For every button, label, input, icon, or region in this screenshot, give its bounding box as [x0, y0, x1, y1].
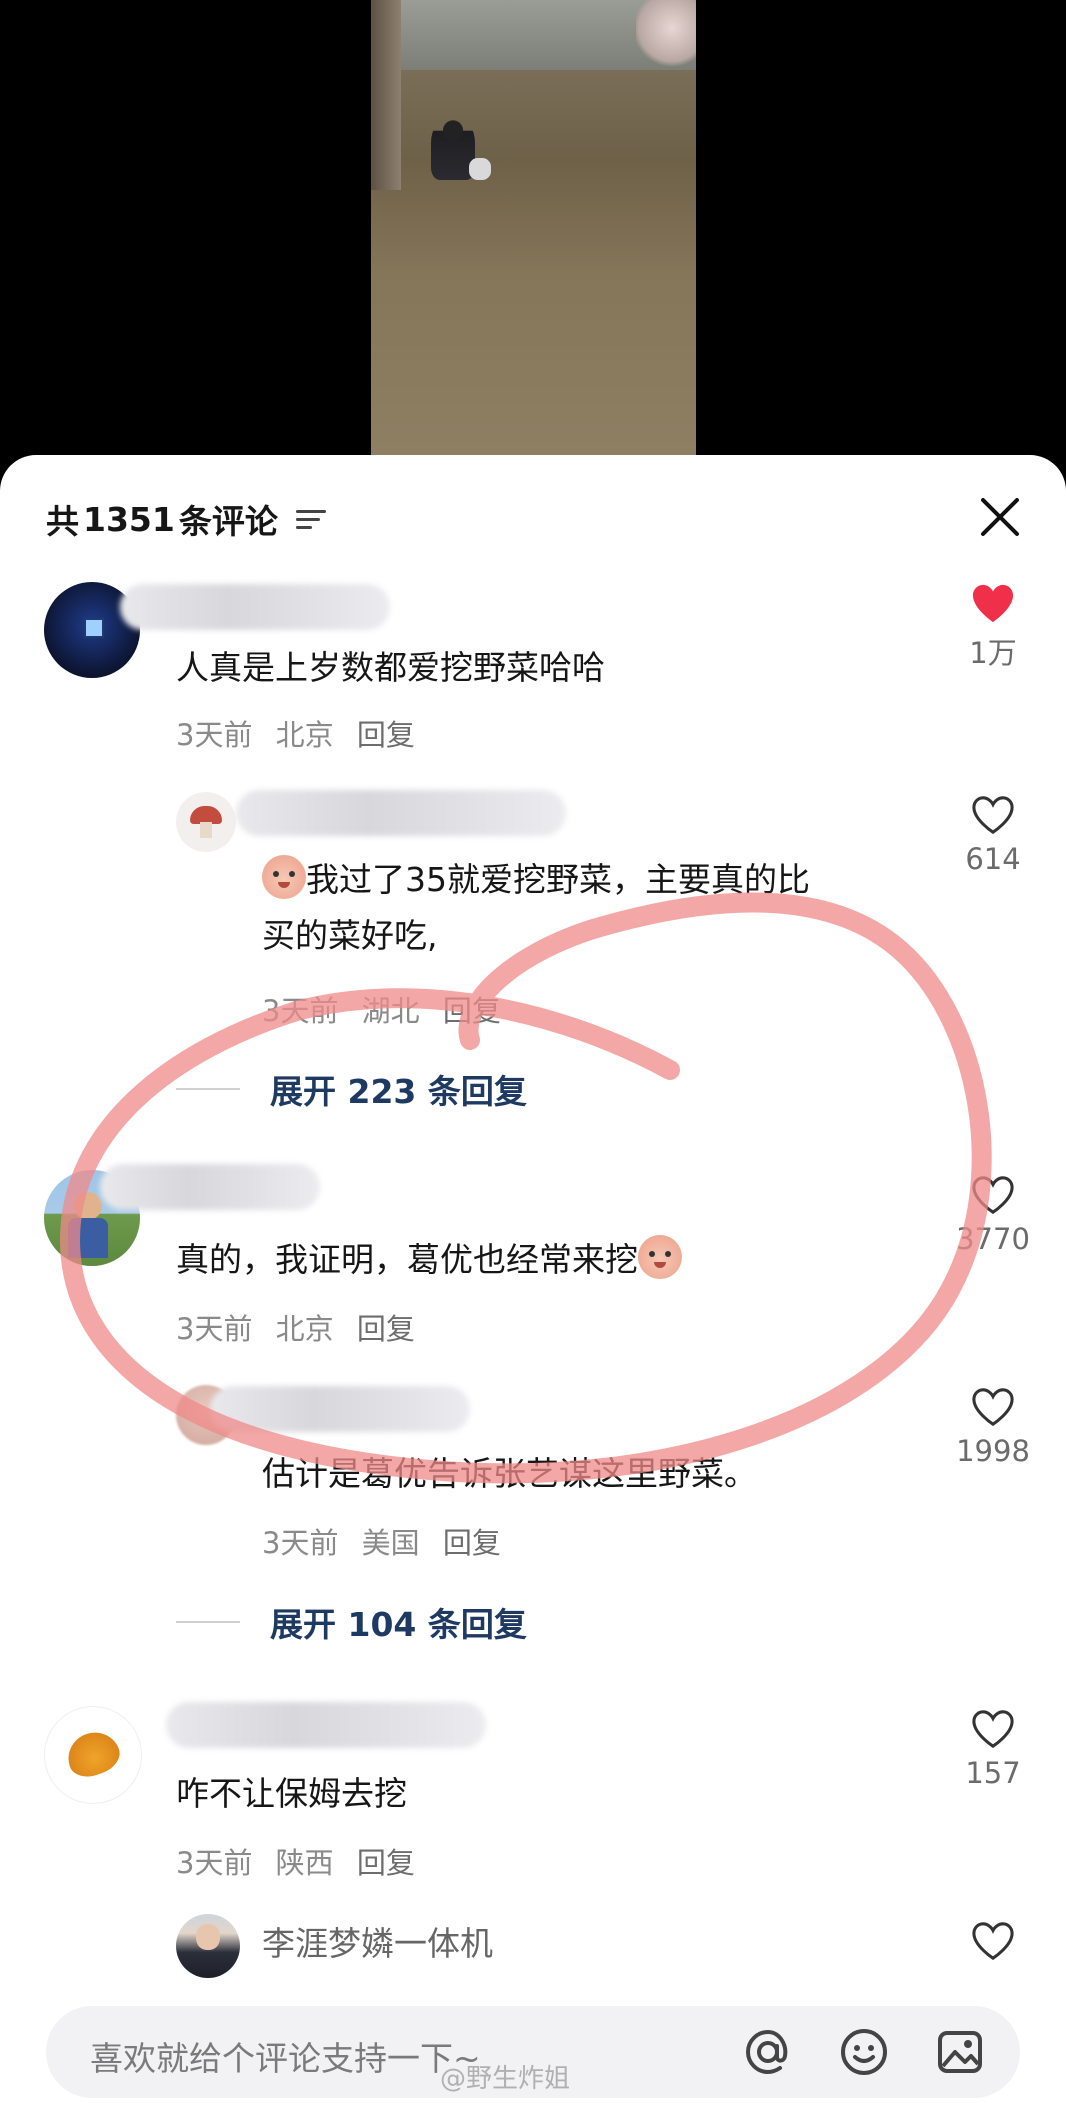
- comment-text: 真的，我证明，葛优也经常来挖: [176, 1232, 682, 1288]
- heart-icon: [972, 796, 1014, 835]
- comment-meta: 3天前 北京 回复: [176, 1306, 429, 1348]
- comment-text: 人真是上岁数都爱挖野菜哈哈: [176, 648, 605, 687]
- comment-location: 北京: [275, 1312, 334, 1346]
- reply-avatar[interactable]: [176, 792, 236, 852]
- reply-time: 3天前: [262, 1526, 339, 1560]
- comment-text-body: 真的，我证明，葛优也经常来挖: [176, 1240, 638, 1279]
- reply-location: 湖北: [361, 994, 420, 1028]
- reply-button[interactable]: 回复: [443, 994, 501, 1028]
- like-count: 3770: [956, 1222, 1030, 1256]
- username-blurred[interactable]: [100, 1164, 320, 1210]
- comment-text: 咋不让保姆去挖: [176, 1774, 407, 1813]
- crying-laughing-emoji-icon: [262, 855, 306, 899]
- video-blossom: [636, 0, 696, 70]
- like-count: 157: [965, 1756, 1021, 1790]
- comment-location: 北京: [275, 718, 334, 752]
- comment-meta: 3天前 陕西 回复: [176, 1840, 429, 1882]
- expand-replies-button[interactable]: 展开 223 条回复: [176, 1065, 527, 1113]
- reply-location: 美国: [361, 1526, 420, 1560]
- heart-icon: [972, 584, 1014, 623]
- like-count: 1万: [969, 636, 1017, 670]
- reply-button[interactable]: 回复: [443, 1526, 501, 1560]
- header-suffix: 条评论: [178, 502, 278, 541]
- expand-divider: [176, 1621, 240, 1623]
- image-icon[interactable]: [932, 2024, 988, 2080]
- comments-header: 共 1351 条评论: [46, 495, 326, 543]
- watermark: @野生炸姐: [440, 2064, 571, 2094]
- reply-text-line1: 我过了35就爱挖野菜，主要真的比: [306, 860, 810, 899]
- reply-text-line2: 买的菜好吃,: [262, 916, 438, 955]
- like-count: 614: [965, 842, 1021, 876]
- reply-text: 估计是葛优告诉张艺谋这里野菜。: [262, 1454, 757, 1493]
- like-button[interactable]: 614: [948, 794, 1038, 876]
- heart-icon: [972, 1922, 1014, 1961]
- reply-username-blurred[interactable]: [236, 790, 566, 836]
- emoji-icon[interactable]: [836, 2024, 892, 2080]
- comment-meta: 3天前 北京 回复: [176, 712, 429, 754]
- comment-time: 3天前: [176, 1846, 253, 1880]
- like-button[interactable]: [948, 1920, 1038, 1962]
- username-blurred[interactable]: [166, 1702, 486, 1748]
- heart-icon: [972, 1388, 1014, 1427]
- comment-location: 陕西: [275, 1846, 334, 1880]
- like-button[interactable]: 157: [948, 1708, 1038, 1790]
- username-blurred[interactable]: [120, 584, 390, 630]
- filter-icon[interactable]: [295, 508, 326, 530]
- reply-button[interactable]: 回复: [357, 1312, 415, 1346]
- comment-time: 3天前: [176, 718, 253, 752]
- avatar[interactable]: [176, 1914, 240, 1978]
- like-button[interactable]: 1万: [948, 582, 1038, 672]
- reply-time: 3天前: [262, 994, 339, 1028]
- like-count: 1998: [956, 1434, 1030, 1468]
- like-button[interactable]: 3770: [948, 1174, 1038, 1256]
- heart-icon: [972, 1710, 1014, 1749]
- comment-input-placeholder[interactable]: 喜欢就给个评论支持一下~: [90, 2032, 481, 2080]
- comment-username[interactable]: 李涯梦嫾一体机: [262, 1916, 493, 1972]
- video-bag: [469, 158, 491, 180]
- avatar[interactable]: [44, 1706, 142, 1804]
- expand-replies-button[interactable]: 展开 104 条回复: [176, 1598, 527, 1646]
- reply-meta: 3天前 美国 回复: [262, 1520, 515, 1562]
- like-button[interactable]: 1998: [948, 1386, 1038, 1468]
- reply-button[interactable]: 回复: [357, 1846, 415, 1880]
- header-prefix: 共: [46, 502, 79, 541]
- heart-icon: [972, 1176, 1014, 1215]
- comment-time: 3天前: [176, 1312, 253, 1346]
- close-icon[interactable]: [976, 493, 1024, 541]
- reply-button[interactable]: 回复: [357, 718, 415, 752]
- reply-meta: 3天前 湖北 回复: [262, 988, 515, 1030]
- expand-replies-label: 展开 104 条回复: [270, 1605, 527, 1644]
- peach-face-emoji-icon: [638, 1235, 682, 1279]
- reply-username-blurred[interactable]: [210, 1386, 470, 1432]
- reply-text: 我过了35就爱挖野菜，主要真的比 买的菜好吃,: [262, 852, 810, 964]
- expand-replies-label: 展开 223 条回复: [270, 1072, 527, 1111]
- video-thumbnail[interactable]: [371, 0, 696, 455]
- expand-divider: [176, 1088, 240, 1090]
- header-count: 1351: [83, 499, 175, 539]
- video-tree: [371, 0, 401, 190]
- video-area[interactable]: [0, 0, 1066, 455]
- at-icon[interactable]: [740, 2024, 796, 2080]
